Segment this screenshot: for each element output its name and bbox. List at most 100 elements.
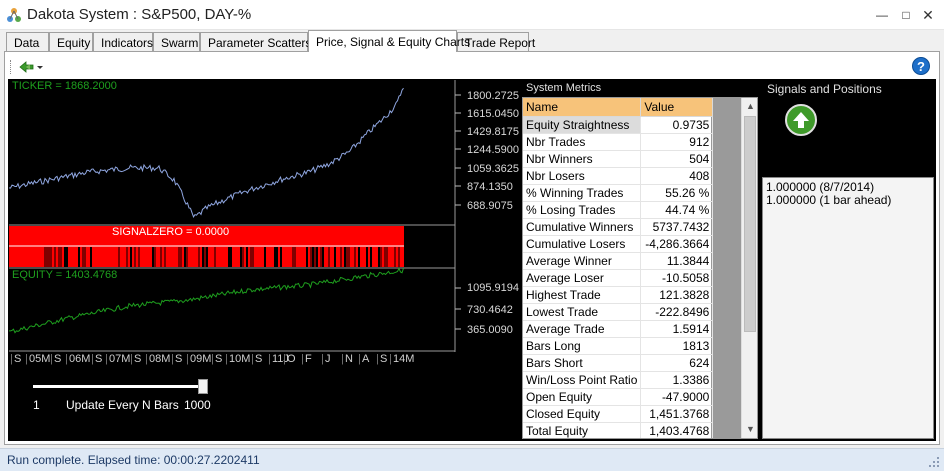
metrics-grid: Name Value Equity Straightness 0.9735 Nbr …	[522, 97, 758, 439]
metric-name: Cumulative Losers	[523, 235, 642, 253]
metric-value: 0.9735	[640, 116, 714, 134]
date-tick-separator: |	[283, 353, 286, 365]
metric-value: 1,451.3768	[640, 405, 714, 423]
date-tick-separator: |	[389, 353, 392, 365]
back-arrow-dropdown-icon[interactable]	[18, 59, 44, 75]
metric-name: Nbr Winners	[523, 150, 642, 168]
metric-name: % Losing Trades	[523, 201, 642, 219]
metrics-table: Name Value Equity Straightness 0.9735 Nbr …	[523, 98, 741, 438]
metric-value: 1.5914	[640, 320, 714, 338]
date-tick-label: S	[380, 353, 388, 365]
date-tick-label: S	[14, 353, 22, 365]
metrics-row[interactable]: Win/Loss Point Ratio 1.3386	[523, 371, 741, 389]
date-tick-label: F	[305, 353, 312, 365]
date-tick-separator: |	[91, 353, 94, 365]
tab-equity[interactable]: Equity	[49, 32, 93, 52]
date-tick-label: 06M	[69, 353, 91, 365]
tab-data[interactable]: Data	[6, 32, 49, 52]
date-tick-separator: |	[130, 353, 133, 365]
price-scale-label: 874.1350	[467, 181, 513, 193]
metric-value: 504	[640, 150, 714, 168]
metric-value: 44.74 %	[640, 201, 714, 219]
position-entry: 1.000000 (1 bar ahead)	[766, 193, 892, 207]
date-tick-label: A	[362, 353, 370, 365]
maximize-icon[interactable]: □	[896, 6, 916, 24]
metrics-header-filler	[712, 98, 741, 117]
metrics-row[interactable]: Average Trade 1.5914	[523, 320, 741, 338]
date-tick-label: S	[54, 353, 62, 365]
scroll-down-icon[interactable]: ▼	[745, 424, 756, 435]
status-text: Run complete. Elapsed time: 00:00:27.220…	[7, 453, 260, 467]
date-tick-separator: |	[321, 353, 324, 365]
slider-max-label: 1000	[184, 398, 211, 412]
metrics-row[interactable]: Nbr Winners 504	[523, 150, 741, 168]
metric-name: % Winning Trades	[523, 184, 642, 202]
metric-name: Lowest Trade	[523, 303, 642, 321]
date-tick-separator: |	[186, 353, 189, 365]
update-bars-slider-thumb[interactable]	[198, 379, 208, 394]
window-title: Dakota System : S&P500, DAY-%	[27, 6, 252, 23]
metrics-row[interactable]: Bars Short 624	[523, 354, 741, 372]
help-icon[interactable]: ?	[912, 57, 930, 75]
date-tick-separator: |	[65, 353, 68, 365]
metrics-row[interactable]: Nbr Losers 408	[523, 167, 741, 185]
ticker-readout: TICKER = 1868.2000	[12, 80, 117, 92]
equity-scale-label: 1095.9194	[467, 282, 519, 294]
metrics-title: System Metrics	[526, 82, 602, 94]
metric-name: Average Loser	[523, 269, 642, 287]
equity-readout: EQUITY = 1403.4768	[12, 269, 118, 281]
scroll-up-icon[interactable]: ▲	[745, 101, 756, 112]
metrics-body: Equity Straightness 0.9735 Nbr Trades 912 Nb…	[523, 116, 741, 438]
tab-indicators[interactable]: Indicators	[93, 32, 153, 52]
metrics-row[interactable]: Closed Equity 1,451.3768	[523, 405, 741, 423]
date-tick-label: N	[345, 353, 353, 365]
metric-name: Bars Long	[523, 337, 642, 355]
metric-value: 55.26 %	[640, 184, 714, 202]
metrics-row[interactable]: Cumulative Losers -4,286.3664	[523, 235, 741, 253]
date-tick-separator: |	[268, 353, 271, 365]
date-tick-label: O	[287, 353, 296, 365]
metrics-row[interactable]: Average Winner 11.3844	[523, 252, 741, 270]
date-tick-label: S	[255, 353, 263, 365]
resize-grip-icon[interactable]	[928, 456, 940, 468]
tab-swarm[interactable]: Swarm	[153, 32, 200, 52]
metrics-row[interactable]: Cumulative Winners 5737.7432	[523, 218, 741, 236]
metric-value: -10.5058	[640, 269, 714, 287]
scroll-thumb[interactable]	[744, 116, 756, 332]
metrics-col-value[interactable]: Value	[640, 98, 714, 117]
charts-canvas	[9, 80, 461, 352]
metric-name: Average Winner	[523, 252, 642, 270]
metrics-row[interactable]: Lowest Trade -222.8496	[523, 303, 741, 321]
metric-value: 121.3828	[640, 286, 714, 304]
date-tick-label: 05M	[29, 353, 51, 365]
metric-value: 1813	[640, 337, 714, 355]
date-tick-label: S	[175, 353, 183, 365]
price-scale-label: 1615.0450	[467, 108, 519, 120]
metrics-row[interactable]: Average Loser -10.5058	[523, 269, 741, 287]
metrics-row[interactable]: Nbr Trades 912	[523, 133, 741, 151]
metrics-scrollbar[interactable]: ▲ ▼	[741, 98, 757, 438]
metrics-row[interactable]: Highest Trade 121.3828	[523, 286, 741, 304]
update-bars-slider-track[interactable]	[33, 385, 203, 388]
close-icon[interactable]: ✕	[918, 6, 938, 24]
metrics-row[interactable]: % Losing Trades 44.74 %	[523, 201, 741, 219]
slider-caption: Update Every N Bars	[66, 398, 179, 412]
price-scale-label: 688.9075	[467, 200, 513, 212]
metrics-row[interactable]: Equity Straightness 0.9735	[523, 116, 741, 134]
price-series-line	[9, 87, 404, 219]
metric-name: Bars Short	[523, 354, 642, 372]
date-tick-separator: |	[341, 353, 344, 365]
signal-readout: SIGNALZERO = 0.0000	[112, 226, 230, 238]
metric-value: 11.3844	[640, 252, 714, 270]
tab-parameter-scatters[interactable]: Parameter Scatters	[200, 32, 311, 52]
tab-price-signal-equity-charts[interactable]: Price, Signal & Equity Charts	[308, 30, 470, 52]
metrics-col-name[interactable]: Name	[523, 98, 642, 117]
minimize-icon[interactable]: —	[872, 6, 892, 24]
metrics-row[interactable]: Bars Long 1813	[523, 337, 741, 355]
price-scale-label: 1429.8175	[467, 126, 519, 138]
metrics-row[interactable]: Total Equity 1,403.4768	[523, 422, 741, 438]
metric-value: -4,286.3664	[640, 235, 714, 253]
date-tick-separator: |	[251, 353, 254, 365]
metrics-row[interactable]: % Winning Trades 55.26 %	[523, 184, 741, 202]
metrics-row[interactable]: Open Equity -47.9000	[523, 388, 741, 406]
